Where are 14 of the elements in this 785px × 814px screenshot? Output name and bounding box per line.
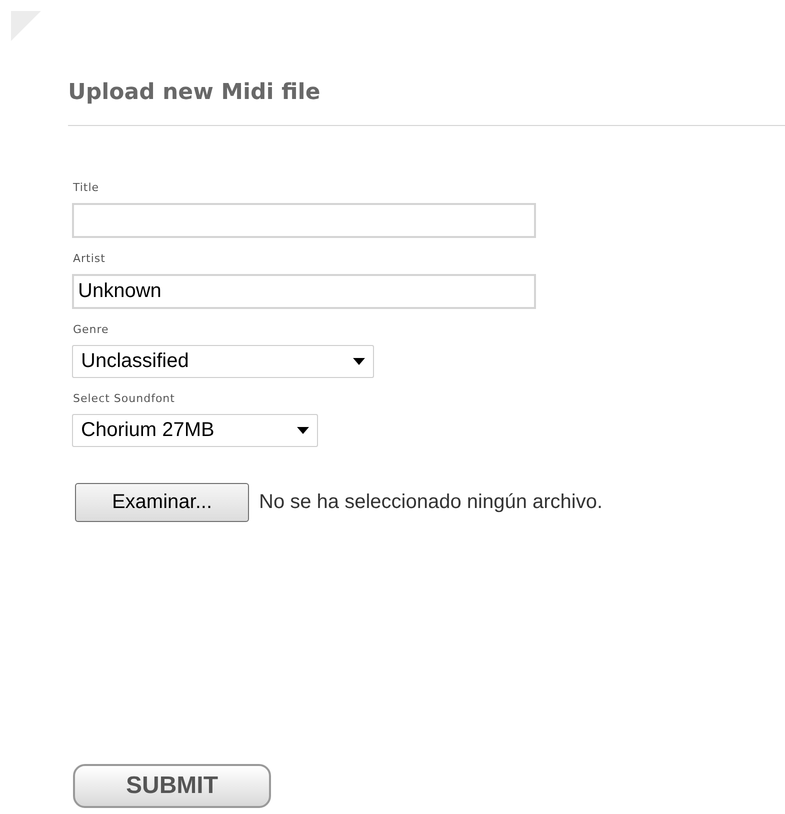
text-field[interactable] (72, 203, 536, 238)
dropdown[interactable]: Unclassified (72, 345, 374, 378)
field-label: Select Soundfont (73, 392, 176, 406)
field-label: Genre (73, 323, 110, 337)
submit-button[interactable]: SUBMIT (73, 764, 271, 808)
dropdown[interactable]: Chorium 27MB (72, 414, 318, 447)
file-status: No se ha seleccionado ningún archivo. (259, 491, 603, 514)
caret-icon (297, 427, 309, 434)
caret-icon (353, 358, 365, 365)
field-label: Title (73, 181, 100, 195)
page-heading: Upload new Midi file (68, 79, 320, 107)
field-label: Artist (73, 252, 106, 266)
browse-button[interactable]: Examinar... (75, 483, 249, 522)
text-field[interactable]: Unknown (72, 274, 536, 309)
